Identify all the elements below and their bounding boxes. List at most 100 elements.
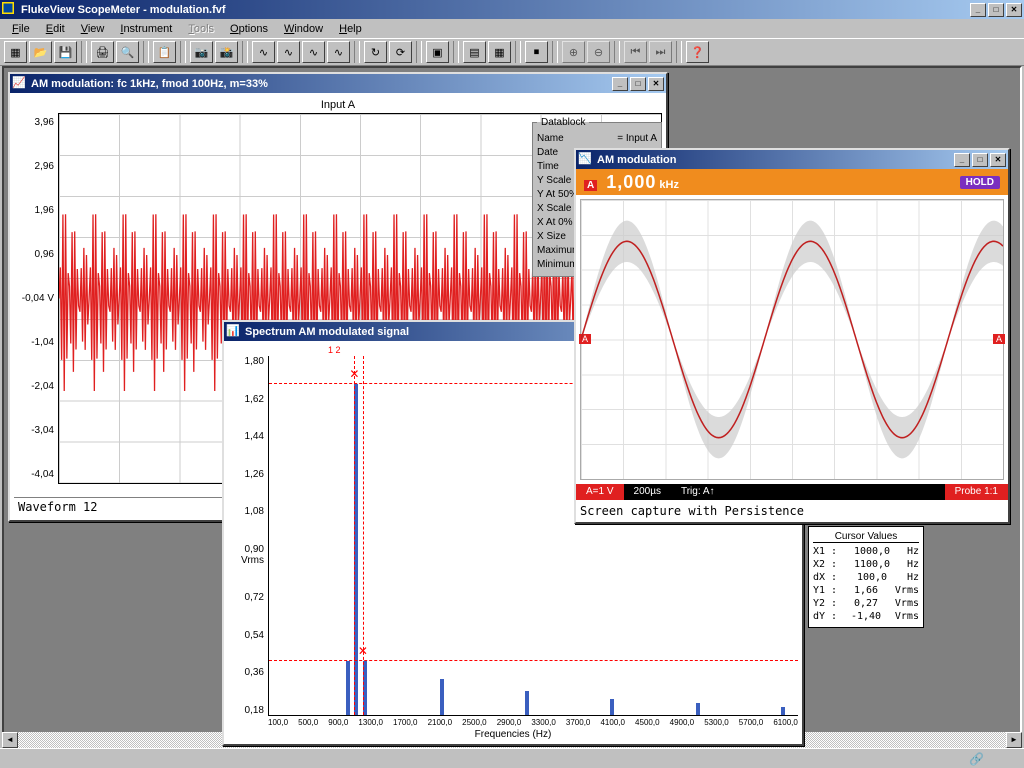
toolbar-first[interactable]: ⏮ [624, 41, 647, 63]
toolbar-replay-alt[interactable]: ⟳ [389, 41, 412, 63]
window-modulation: 📉 AM modulation _ □ ✕ A 1,000 kHz HOLD A… [574, 148, 1010, 524]
modulation-max[interactable]: □ [972, 153, 988, 167]
waveform-titlebar[interactable]: 📈 AM modulation: fc 1kHz, fmod 100Hz, m=… [10, 74, 666, 93]
spectrum-bar [346, 661, 350, 715]
spec-ytick: 1,80 [228, 356, 264, 367]
spec-xtick: 5300,0 [704, 718, 728, 727]
datablock-legend: Datablock [537, 117, 589, 128]
cursor-values-panel: Cursor Values X1 :1000,0HzX2 :1100,0HzdX… [808, 526, 924, 628]
toolbar-zoom-out[interactable]: ⊖ [587, 41, 610, 63]
modulation-title: AM modulation [597, 154, 954, 166]
waveform-input-label: Input A [14, 97, 662, 113]
cursor-value-row: Y2 :0,27Vrms [813, 597, 919, 610]
spectrum-bar [610, 699, 614, 715]
spec-xtick: 3300,0 [531, 718, 555, 727]
toolbar-wave-ab[interactable]: ∿ [302, 41, 325, 63]
waveform-max[interactable]: □ [630, 77, 646, 91]
spec-ytick: 0,54 [228, 630, 264, 641]
spec-xtick: 1300,0 [358, 718, 382, 727]
spec-xtick: 5700,0 [739, 718, 763, 727]
timebase-seg: 200µs [624, 484, 671, 500]
waveform-close[interactable]: ✕ [648, 77, 664, 91]
toolbar-camera[interactable]: 📷 [190, 41, 213, 63]
scroll-right-button[interactable]: ► [1006, 732, 1022, 748]
wave-ytick: -4,04 [14, 469, 54, 480]
menu-window[interactable]: Window [276, 21, 331, 37]
readout-unit: kHz [659, 179, 679, 191]
wave-ytick: -2,04 [14, 381, 54, 392]
cursor-marker-icon: ✕ [349, 369, 359, 379]
toolbar-open[interactable]: 📂 [29, 41, 52, 63]
wave-ytick: -0,04 V [14, 293, 54, 304]
modulation-scope[interactable]: A A [580, 199, 1004, 480]
app-icon [2, 2, 18, 18]
cursor-marker-icon: ✕ [358, 646, 368, 656]
menu-tools: Tools [180, 21, 222, 37]
modulation-titlebar[interactable]: 📉 AM modulation _ □ ✕ [576, 150, 1008, 169]
menu-instrument[interactable]: Instrument [112, 21, 180, 37]
spec-ytick: 0,90 Vrms [228, 544, 264, 566]
cursor-value-row: dX :100,0Hz [813, 571, 919, 584]
trig-seg: Trig: A↑ [671, 484, 725, 500]
spec-xtick: 3700,0 [566, 718, 590, 727]
spec-xtick: 100,0 [268, 718, 288, 727]
wave-ytick: -1,04 [14, 337, 54, 348]
toolbar-wave-a[interactable]: ∿ [252, 41, 275, 63]
cursor-value-row: dY :-1,40Vrms [813, 610, 919, 623]
modulation-close[interactable]: ✕ [990, 153, 1006, 167]
modulation-icon: 📉 [578, 152, 594, 168]
waveform-min[interactable]: _ [612, 77, 628, 91]
toolbar-stop[interactable]: ⏹ [525, 41, 548, 63]
scroll-left-button[interactable]: ◄ [2, 732, 18, 748]
menu-file[interactable]: File [4, 21, 38, 37]
menu-edit[interactable]: Edit [38, 21, 73, 37]
cursor-value-row: Y1 :1,66Vrms [813, 584, 919, 597]
menu-options[interactable]: Options [222, 21, 276, 37]
wave-ytick: -3,04 [14, 425, 54, 436]
datablock-row: Name= Input A [537, 132, 657, 146]
modulation-min[interactable]: _ [954, 153, 970, 167]
toolbar-replay[interactable]: ↻ [364, 41, 387, 63]
spec-ytick: 1,08 [228, 506, 264, 517]
spectrum-bar [696, 703, 700, 715]
toolbar-grid[interactable]: ▦ [488, 41, 511, 63]
modulation-readout-bar: A 1,000 kHz HOLD [576, 169, 1008, 195]
wave-ytick: 3,96 [14, 117, 54, 128]
spectrum-x-axis: 100,0500,0900,01300,01700,02100,02500,02… [228, 716, 798, 727]
minimize-button[interactable]: _ [970, 3, 986, 17]
menu-help[interactable]: Help [331, 21, 370, 37]
toolbar-wave-half[interactable]: ∿ [277, 41, 300, 63]
wave-ytick: 1,96 [14, 205, 54, 216]
waveform-title: AM modulation: fc 1kHz, fmod 100Hz, m=33… [31, 78, 612, 90]
readout-value: 1,000 [606, 172, 656, 192]
toolbar-new-doc[interactable]: ▦ [4, 41, 27, 63]
status-bar: 🔗 [0, 748, 1024, 768]
toolbar-camera-alt[interactable]: 📸 [215, 41, 238, 63]
spec-xtick: 4100,0 [600, 718, 624, 727]
mdi-workspace: 📈 AM modulation: fc 1kHz, fmod 100Hz, m=… [2, 66, 1022, 746]
spec-xtick: 2900,0 [497, 718, 521, 727]
waveform-y-axis: 3,962,961,960,96-0,04 V-1,04-2,04-3,04-4… [14, 113, 58, 484]
toolbar-print-preview[interactable]: 🔍 [116, 41, 139, 63]
spec-ytick: 1,26 [228, 469, 264, 480]
waveform-icon: 📈 [12, 76, 28, 92]
toolbar-print[interactable]: 🖨 [91, 41, 114, 63]
toolbar-tile[interactable]: ▤ [463, 41, 486, 63]
spectrum-cursor-label: 1 2 [328, 345, 341, 356]
spectrum-hcursor-2 [269, 660, 798, 661]
spec-xtick: 900,0 [328, 718, 348, 727]
toolbar-window-cascade[interactable]: ▣ [426, 41, 449, 63]
menu-view[interactable]: View [73, 21, 113, 37]
toolbar-save[interactable]: 💾 [54, 41, 77, 63]
spec-ytick: 0,36 [228, 667, 264, 678]
maximize-button[interactable]: □ [988, 3, 1004, 17]
toolbar-zoom-in[interactable]: ⊕ [562, 41, 585, 63]
toolbar-wave-full[interactable]: ∿ [327, 41, 350, 63]
toolbar-help-pointer[interactable]: ❓ [686, 41, 709, 63]
app-title: FlukeView ScopeMeter - modulation.fvf [21, 4, 970, 16]
modulation-caption: Screen capture with Persistence [576, 500, 1008, 522]
toolbar-last[interactable]: ⏭ [649, 41, 672, 63]
spectrum-bar [440, 679, 444, 715]
close-button[interactable]: ✕ [1006, 3, 1022, 17]
toolbar-copy[interactable]: 📋 [153, 41, 176, 63]
